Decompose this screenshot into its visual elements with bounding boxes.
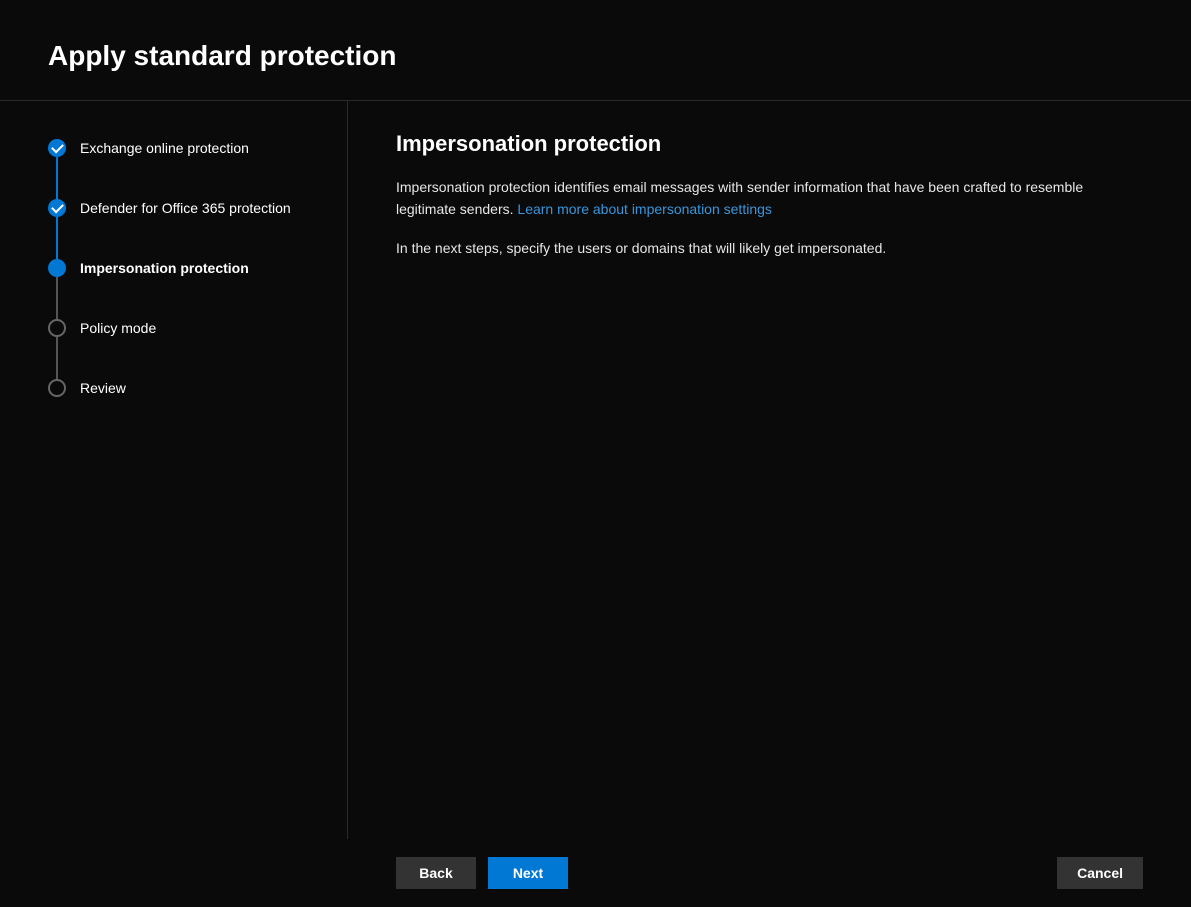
step-label: Exchange online protection bbox=[80, 140, 249, 156]
step-label: Impersonation protection bbox=[80, 260, 249, 276]
step-impersonation[interactable]: Impersonation protection bbox=[48, 259, 327, 277]
step-connector bbox=[56, 277, 58, 319]
step-content: Impersonation protection Impersonation p… bbox=[348, 101, 1191, 839]
step-list: Exchange online protection Defender for … bbox=[48, 139, 327, 397]
step-connector bbox=[56, 157, 58, 199]
checkmark-icon bbox=[48, 139, 66, 157]
page-title: Apply standard protection bbox=[48, 40, 1143, 72]
current-step-icon bbox=[48, 259, 66, 277]
wizard-header: Apply standard protection bbox=[0, 0, 1191, 101]
wizard-body: Exchange online protection Defender for … bbox=[0, 101, 1191, 839]
next-button[interactable]: Next bbox=[488, 857, 568, 889]
checkmark-icon bbox=[48, 199, 66, 217]
step-exchange-online[interactable]: Exchange online protection bbox=[48, 139, 327, 157]
content-description: Impersonation protection identifies emai… bbox=[396, 177, 1143, 220]
pending-step-icon bbox=[48, 379, 66, 397]
step-review[interactable]: Review bbox=[48, 379, 327, 397]
cancel-button[interactable]: Cancel bbox=[1057, 857, 1143, 889]
learn-more-link[interactable]: Learn more about impersonation settings bbox=[517, 201, 771, 217]
step-defender-365[interactable]: Defender for Office 365 protection bbox=[48, 199, 327, 217]
content-heading: Impersonation protection bbox=[396, 131, 1143, 157]
step-connector bbox=[56, 217, 58, 259]
back-button[interactable]: Back bbox=[396, 857, 476, 889]
step-connector bbox=[56, 337, 58, 379]
step-label: Policy mode bbox=[80, 320, 156, 336]
step-policy-mode[interactable]: Policy mode bbox=[48, 319, 327, 337]
step-label: Review bbox=[80, 380, 126, 396]
step-sidebar: Exchange online protection Defender for … bbox=[0, 101, 348, 839]
wizard-footer: Back Next Cancel bbox=[0, 839, 1191, 907]
pending-step-icon bbox=[48, 319, 66, 337]
step-label: Defender for Office 365 protection bbox=[80, 200, 291, 216]
content-instruction: In the next steps, specify the users or … bbox=[396, 238, 1143, 260]
